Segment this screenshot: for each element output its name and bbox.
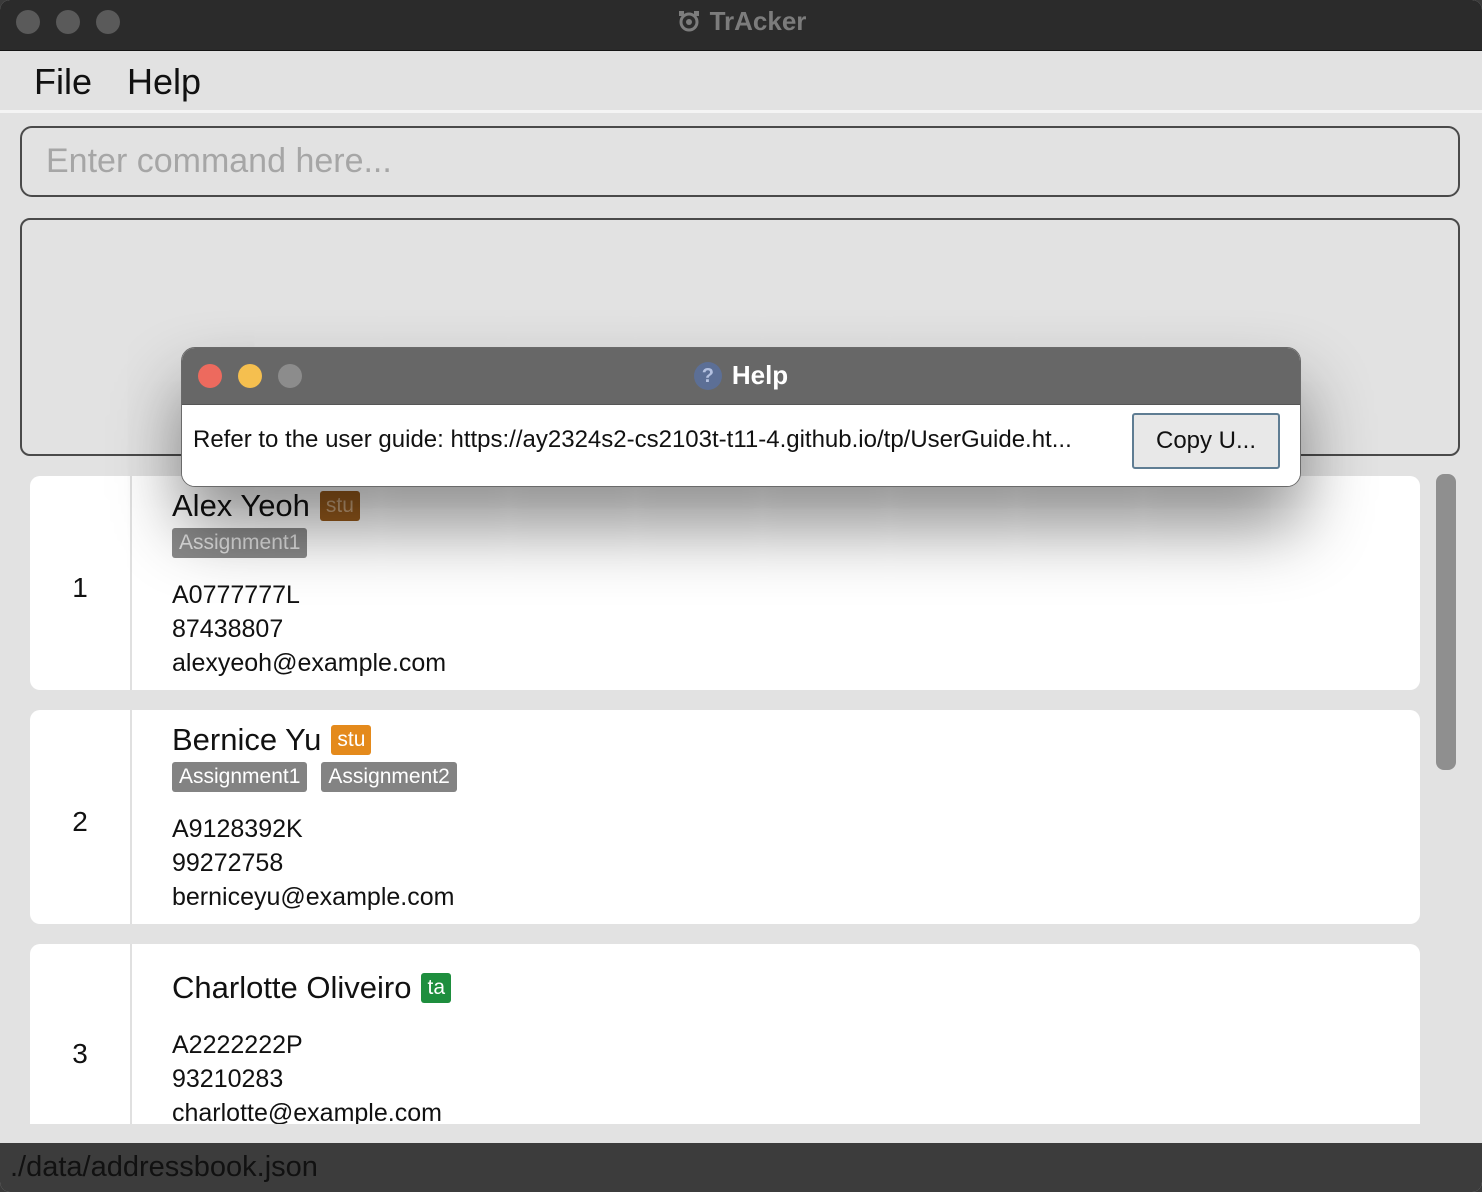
help-dialog-body: Refer to the user guide: https://ay2324s…	[182, 406, 1300, 486]
person-id: A2222222P	[172, 1031, 303, 1059]
tag: Assignment1	[172, 762, 308, 792]
person-card[interactable]: 3 Charlotte Oliveiro ta A2222222P 932102…	[30, 944, 1420, 1124]
role-badge: stu	[319, 491, 360, 521]
storage-file-path: ./data/addressbook.json	[10, 1151, 318, 1183]
person-name: Bernice Yu	[172, 722, 322, 757]
command-input[interactable]	[22, 128, 1458, 195]
help-dialog-title-bar: ? Help	[182, 348, 1300, 405]
help-dialog-title: Help	[731, 360, 789, 390]
person-phone: 93210283	[172, 1065, 284, 1093]
help-message: Refer to the user guide: https://ay2324s…	[193, 426, 1072, 453]
person-phone: 87438807	[172, 615, 284, 643]
role-badge: ta	[421, 973, 451, 1003]
person-email: berniceyu@example.com	[172, 883, 455, 911]
person-email: alexyeoh@example.com	[172, 649, 447, 677]
person-name: Charlotte Oliveiro	[172, 970, 412, 1005]
menu-bar: File Help	[0, 51, 1482, 113]
name-row: Bernice Yu stu	[172, 722, 372, 758]
help-dialog-title-container: ? Help	[182, 360, 1300, 391]
tag: Assignment1	[172, 528, 308, 558]
person-name: Alex Yeoh	[172, 488, 310, 523]
person-phone: 99272758	[172, 849, 284, 877]
main-window: TrAcker File Help 1 Alex Yeoh stu Assign…	[0, 0, 1482, 1192]
person-index: 1	[72, 572, 88, 603]
index-column	[30, 944, 132, 1124]
command-box	[20, 126, 1460, 197]
person-card[interactable]: 1 Alex Yeoh stu Assignment1 A0777777L 87…	[30, 476, 1420, 690]
status-bar: ./data/addressbook.json	[0, 1143, 1482, 1192]
tags-row: Assignment1 Assignment2	[172, 762, 471, 792]
copy-url-button[interactable]: Copy U...	[1132, 413, 1280, 469]
window-title-container: TrAcker	[0, 6, 1482, 37]
person-card[interactable]: 2 Bernice Yu stu Assignment1 Assignment2…	[30, 710, 1420, 924]
help-dialog: ? Help Refer to the user guide: https://a…	[181, 347, 1301, 487]
person-index: 3	[72, 1038, 88, 1069]
window-title: TrAcker	[709, 6, 807, 36]
title-bar: TrAcker	[0, 0, 1482, 51]
person-email: charlotte@example.com	[172, 1099, 442, 1124]
person-list[interactable]: 1 Alex Yeoh stu Assignment1 A0777777L 87…	[30, 476, 1420, 1124]
person-id: A0777777L	[172, 581, 300, 609]
menu-file[interactable]: File	[34, 61, 92, 103]
role-badge: stu	[331, 725, 372, 755]
tracker-app-icon	[678, 11, 699, 32]
list-scrollbar-thumb[interactable]	[1436, 474, 1456, 770]
name-row: Alex Yeoh stu	[172, 488, 360, 524]
person-index: 2	[72, 806, 88, 837]
name-row: Charlotte Oliveiro ta	[172, 970, 451, 1006]
person-id: A9128392K	[172, 815, 303, 843]
question-mark-icon: ?	[693, 362, 722, 390]
tags-row: Assignment1	[172, 528, 321, 558]
menu-help[interactable]: Help	[127, 61, 201, 103]
tag: Assignment2	[321, 762, 457, 792]
